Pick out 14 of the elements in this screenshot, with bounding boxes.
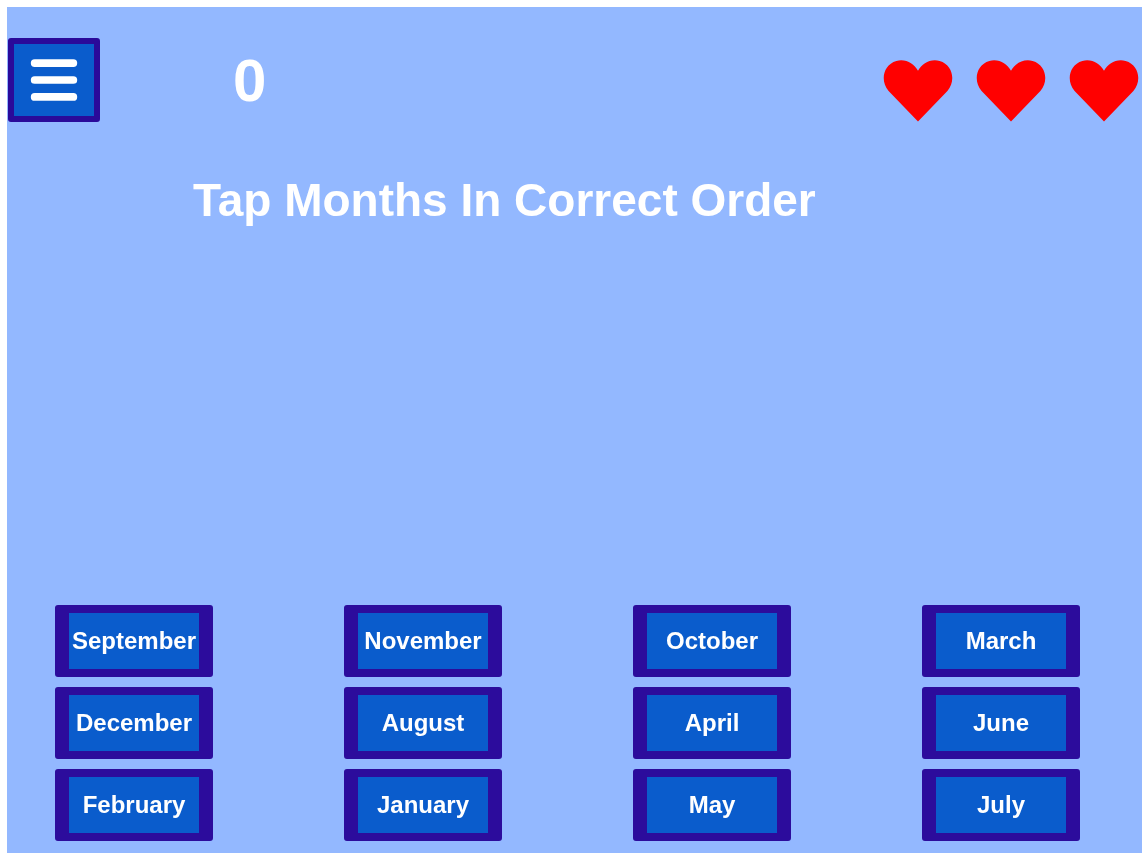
month-button[interactable]: November: [344, 605, 502, 677]
month-button[interactable]: July: [922, 769, 1080, 841]
month-button[interactable]: January: [344, 769, 502, 841]
month-button[interactable]: February: [55, 769, 213, 841]
month-button[interactable]: September: [55, 605, 213, 677]
month-button[interactable]: October: [633, 605, 791, 677]
score: 0: [233, 51, 267, 111]
month-button[interactable]: May: [633, 769, 791, 841]
month-button[interactable]: June: [922, 687, 1080, 759]
month-button[interactable]: August: [344, 687, 502, 759]
month-button[interactable]: December: [55, 687, 213, 759]
menu-button[interactable]: [8, 38, 100, 122]
month-button[interactable]: March: [922, 605, 1080, 677]
month-button[interactable]: April: [633, 687, 791, 759]
